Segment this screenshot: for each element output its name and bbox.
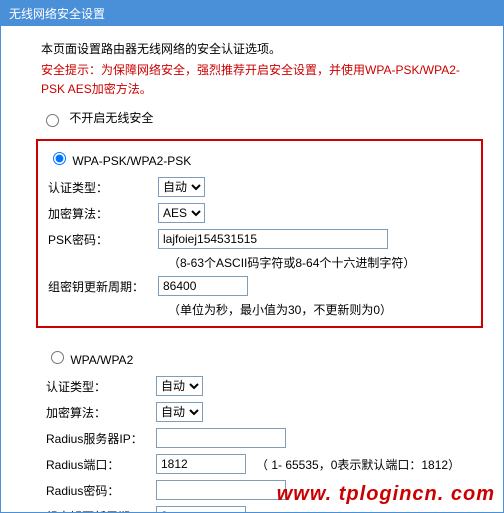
wpa-radius-port-hint: （ 1- 65535，0表示默认端口：1812） (256, 456, 460, 473)
radio-wpa-label: WPA/WPA2 (70, 353, 133, 367)
wpa-encryption-label: 加密算法： (46, 404, 156, 421)
security-warning: 安全提示：为保障网络安全，强烈推荐开启安全设置，并使用WPA-PSK/WPA2-… (41, 61, 483, 99)
wpa-radius-port-label: Radius端口： (46, 456, 156, 473)
settings-panel: 无线网络安全设置 本页面设置路由器无线网络的安全认证选项。 安全提示：为保障网络… (0, 0, 504, 513)
wpapsk-psk-input[interactable] (158, 229, 388, 249)
wpapsk-auth-type-select[interactable]: 自动 (158, 177, 205, 197)
radio-disable-label: 不开启无线安全 (69, 111, 153, 125)
wpapsk-auth-type-label: 认证类型： (48, 179, 158, 196)
group-wpapsk: WPA-PSK/WPA2-PSK 认证类型： 自动 加密算法： AES PSK密… (36, 139, 483, 328)
wpapsk-encryption-select[interactable]: AES (158, 203, 205, 223)
radio-wpapsk[interactable] (53, 152, 66, 165)
wpa-auth-type-label: 认证类型： (46, 378, 156, 395)
watermark-text: www. tplogincn. com (277, 483, 495, 506)
wpa-auth-type-select[interactable]: 自动 (156, 376, 203, 396)
option-wpapsk[interactable]: WPA-PSK/WPA2-PSK (48, 149, 471, 168)
radio-disable[interactable] (46, 114, 59, 127)
wpa-radius-ip-label: Radius服务器IP： (46, 430, 156, 447)
wpa-encryption-select[interactable]: 自动 (156, 402, 203, 422)
wpapsk-gk-hint: （单位为秒，最小值为30，不更新则为0） (168, 301, 471, 318)
radio-wpa[interactable] (51, 351, 64, 364)
radio-wpapsk-label: WPA-PSK/WPA2-PSK (72, 154, 191, 168)
option-disable-security[interactable]: 不开启无线安全 (41, 109, 483, 127)
wpapsk-gk-input[interactable] (158, 276, 248, 296)
wpa-gk-label: 组密钥更新周期： (46, 508, 156, 513)
wpapsk-psk-label: PSK密码： (48, 231, 158, 248)
wpa-radius-pw-label: Radius密码： (46, 482, 156, 499)
page-title: 无线网络安全设置 (1, 1, 503, 26)
content-area: 本页面设置路由器无线网络的安全认证选项。 安全提示：为保障网络安全，强烈推荐开启… (1, 26, 503, 513)
wpa-gk-input[interactable] (156, 506, 246, 513)
wpa-radius-ip-input[interactable] (156, 428, 286, 448)
wpa-radius-pw-input[interactable] (156, 480, 286, 500)
wpapsk-gk-label: 组密钥更新周期： (48, 278, 158, 295)
description-text: 本页面设置路由器无线网络的安全认证选项。 (41, 40, 483, 57)
wpapsk-encryption-label: 加密算法： (48, 205, 158, 222)
wpa-radius-port-input[interactable] (156, 454, 246, 474)
wpapsk-psk-hint: （8-63个ASCII码字符或8-64个十六进制字符） (168, 254, 471, 271)
option-wpa[interactable]: WPA/WPA2 (46, 348, 473, 367)
